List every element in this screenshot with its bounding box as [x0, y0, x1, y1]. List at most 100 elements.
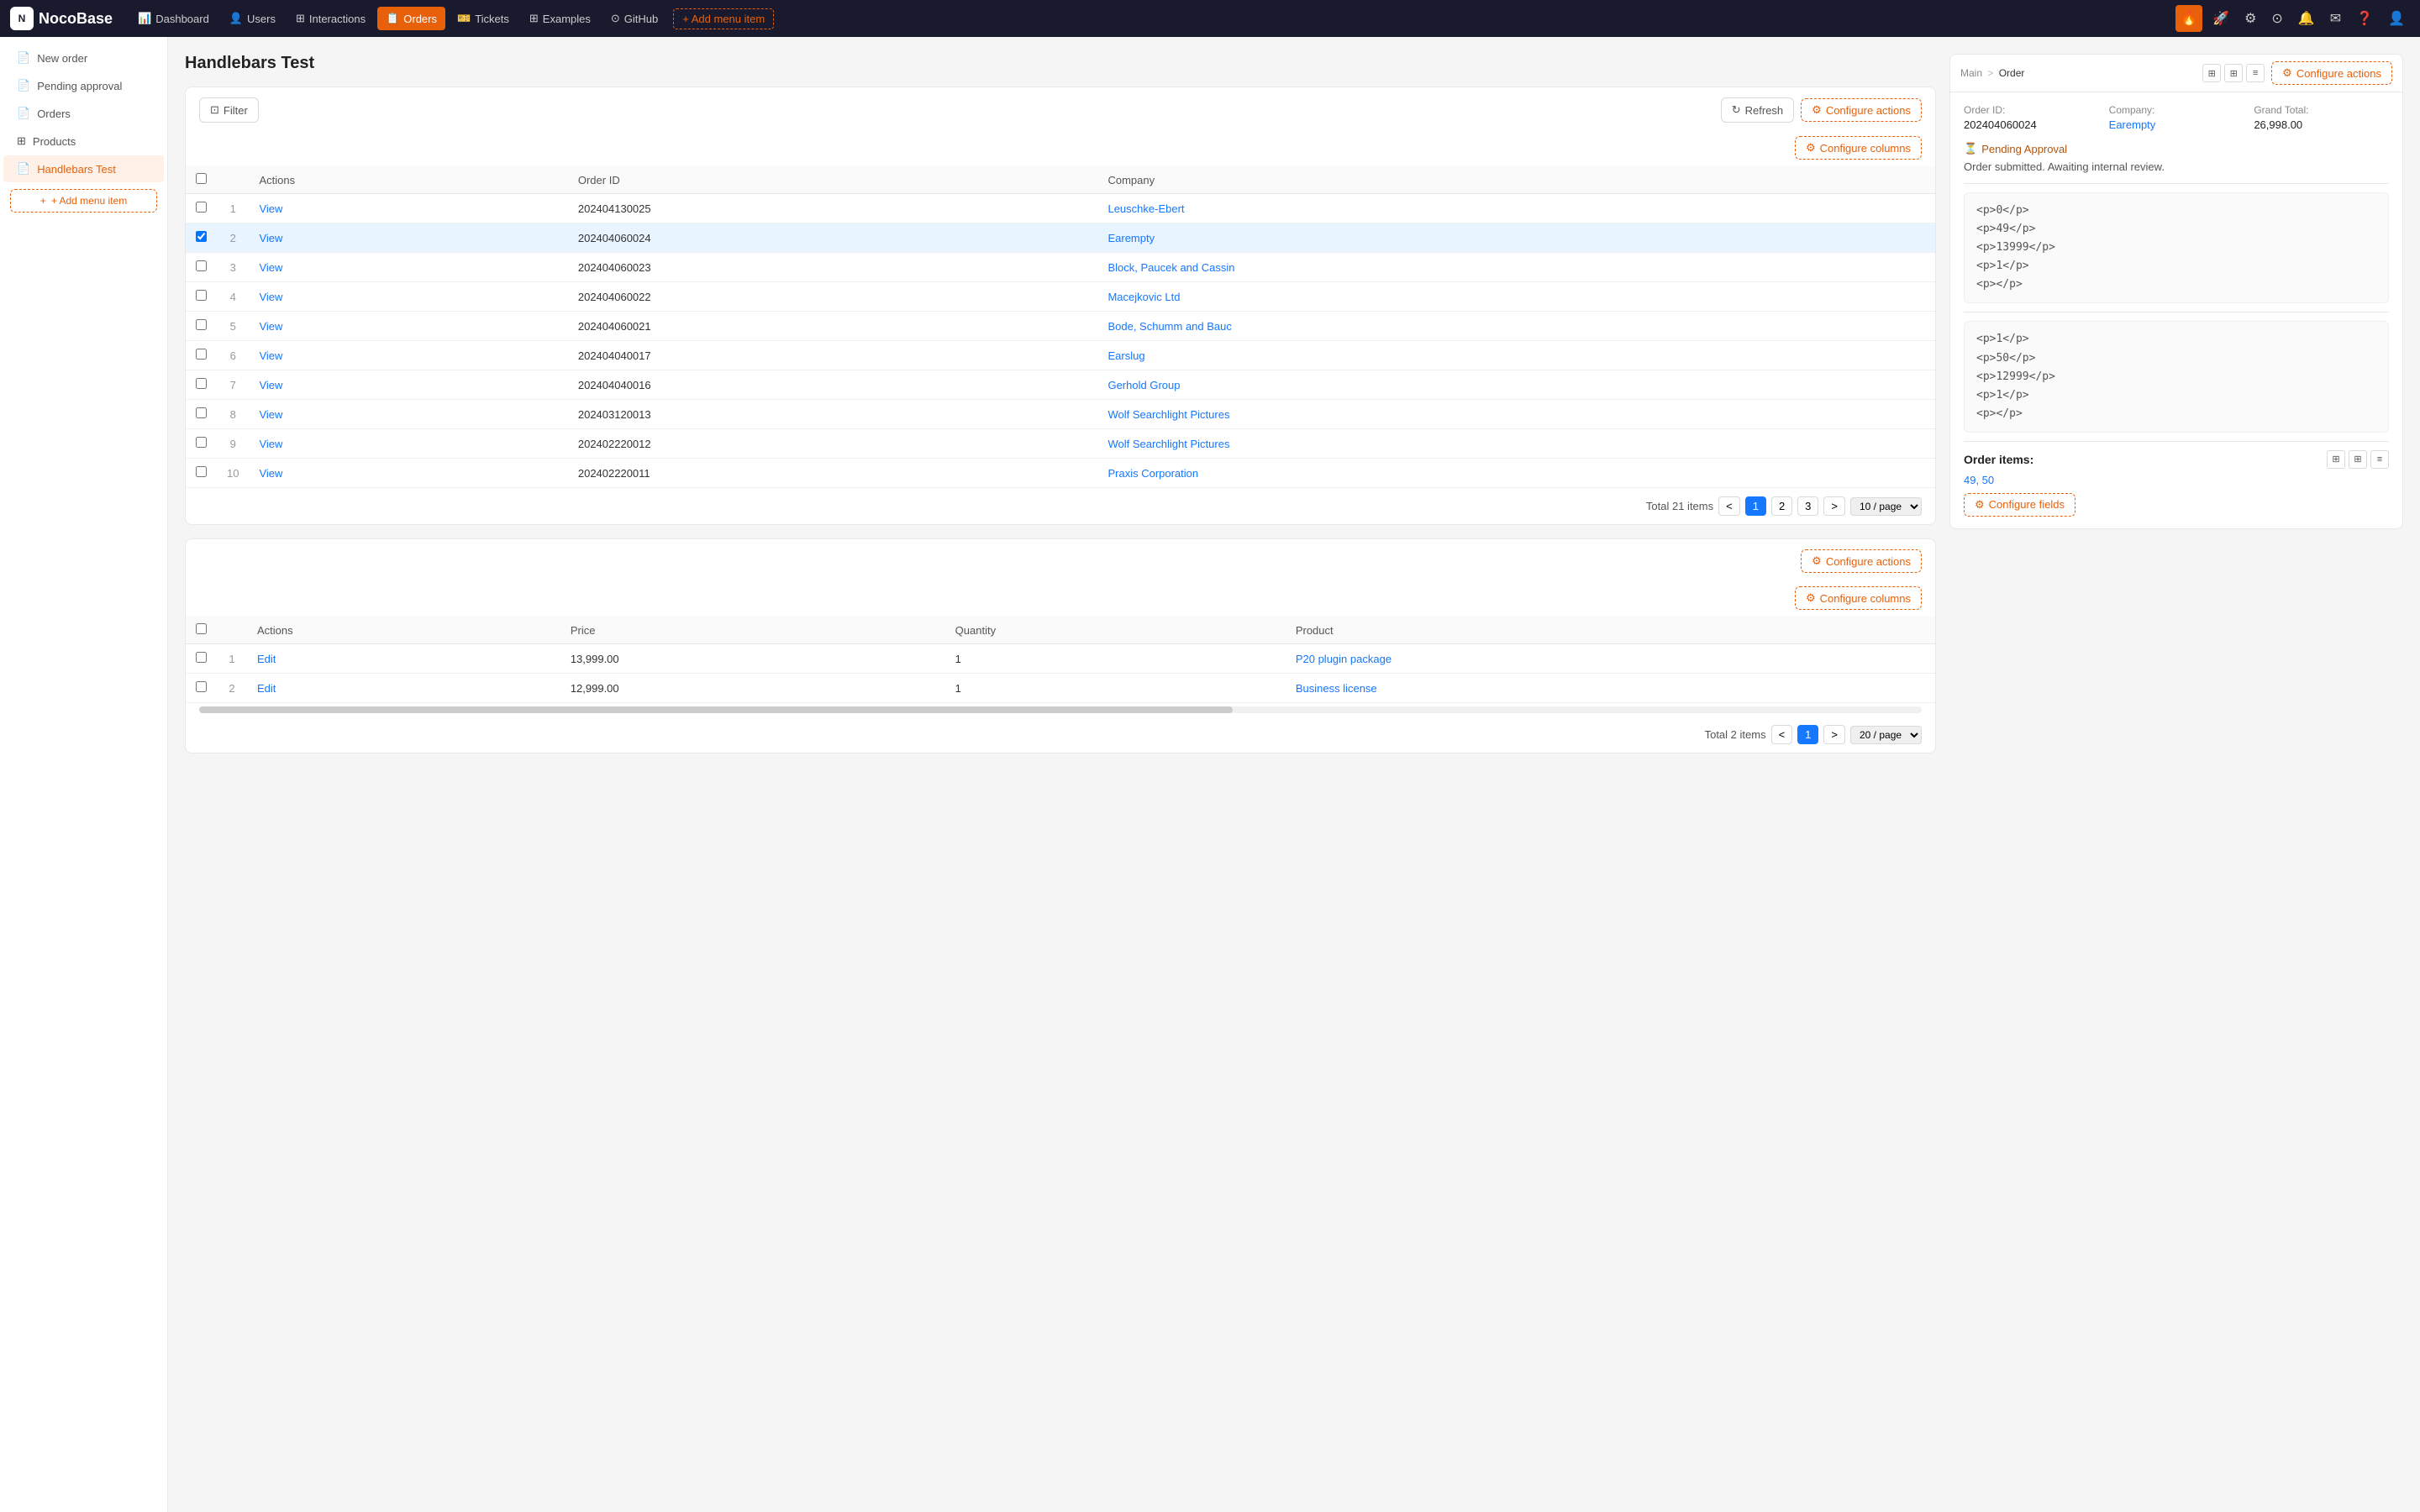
row-checkbox-0[interactable]	[196, 202, 207, 213]
company-link-5[interactable]: Earslug	[1107, 349, 1144, 362]
view-link-2[interactable]: View	[259, 261, 282, 274]
product-link-0[interactable]: P20 plugin package	[1296, 653, 1392, 665]
rocket-icon-button[interactable]: 🚀	[2207, 5, 2234, 32]
refresh-button[interactable]: ↻ Refresh	[1721, 97, 1794, 123]
view-link-8[interactable]: View	[259, 438, 282, 450]
main-page-3-button[interactable]: 3	[1797, 496, 1818, 516]
view-link-4[interactable]: View	[259, 320, 282, 333]
company-link-7[interactable]: Wolf Searchlight Pictures	[1107, 408, 1229, 421]
table-row[interactable]: 3 View 202404060023 Block, Paucek and Ca…	[186, 253, 1935, 282]
sub-next-page-button[interactable]: >	[1823, 725, 1845, 744]
sidebar-item-handlebars-test[interactable]: 📄 Handlebars Test	[3, 155, 164, 182]
fire-icon-button[interactable]: 🔥	[2175, 5, 2202, 32]
main-next-page-button[interactable]: >	[1823, 496, 1845, 516]
table-row[interactable]: 10 View 202402220011 Praxis Corporation	[186, 459, 1935, 488]
company-link-8[interactable]: Wolf Searchlight Pictures	[1107, 438, 1229, 450]
row-checkbox-1[interactable]	[196, 231, 207, 242]
sub-per-page-select[interactable]: 20 / page 50 / page	[1850, 726, 1922, 744]
table-row[interactable]: 6 View 202404040017 Earslug	[186, 341, 1935, 370]
filter-button[interactable]: ⊡ Filter	[199, 97, 259, 123]
edit-link-0[interactable]: Edit	[257, 653, 276, 665]
sub-table-row[interactable]: 2 Edit 12,999.00 1 Business license	[186, 674, 1935, 703]
table-row[interactable]: 1 View 202404130025 Leuschke-Ebert	[186, 194, 1935, 223]
row-checkbox-2[interactable]	[196, 260, 207, 271]
nav-item-orders[interactable]: 📋 Orders	[377, 7, 445, 30]
logo[interactable]: N NocoBase	[10, 7, 113, 30]
company-link-9[interactable]: Praxis Corporation	[1107, 467, 1198, 480]
view-link-1[interactable]: View	[259, 232, 282, 244]
company-link-4[interactable]: Bode, Schumm and Bauc	[1107, 320, 1231, 333]
configure-fields-button[interactable]: ⚙ Configure fields	[1964, 493, 2075, 517]
sub-table-scrollbar[interactable]	[199, 706, 1922, 713]
order-items-add-left-button[interactable]: ⊞	[2327, 450, 2345, 469]
view-link-6[interactable]: View	[259, 379, 282, 391]
sidebar-item-pending-approval[interactable]: 📄 Pending approval	[3, 72, 164, 99]
sub-page-1-button[interactable]: 1	[1797, 725, 1818, 744]
order-items-value[interactable]: 49, 50	[1964, 474, 2389, 486]
row-checkbox-9[interactable]	[196, 466, 207, 477]
row-checkbox-4[interactable]	[196, 319, 207, 330]
order-items-grid-button[interactable]: ≡	[2370, 450, 2389, 469]
company-value[interactable]: Earempty	[2109, 118, 2244, 131]
view-link-0[interactable]: View	[259, 202, 282, 215]
detail-configure-actions-button[interactable]: ⚙ Configure actions	[2271, 61, 2392, 85]
nav-item-users[interactable]: 👤 Users	[221, 7, 284, 30]
sub-row-checkbox-1[interactable]	[196, 681, 207, 692]
order-items-add-right-button[interactable]: ⊞	[2349, 450, 2367, 469]
nav-item-interactions[interactable]: ⊞ Interactions	[287, 7, 374, 30]
main-prev-page-button[interactable]: <	[1718, 496, 1740, 516]
nav-item-tickets[interactable]: 🎫 Tickets	[449, 7, 518, 30]
configure-actions-button[interactable]: ⚙ Configure actions	[1801, 98, 1922, 122]
company-link-6[interactable]: Gerhold Group	[1107, 379, 1180, 391]
nav-item-dashboard[interactable]: 📊 Dashboard	[129, 7, 218, 30]
product-link-1[interactable]: Business license	[1296, 682, 1377, 695]
row-checkbox-8[interactable]	[196, 437, 207, 448]
nav-add-menu-button[interactable]: + Add menu item	[673, 8, 774, 29]
nav-item-examples[interactable]: ⊞ Examples	[521, 7, 599, 30]
help-circle-icon-button[interactable]: ⊙	[2266, 5, 2287, 32]
grid-view-button[interactable]: ≡	[2246, 64, 2265, 82]
sub-select-all-checkbox[interactable]	[196, 623, 207, 634]
view-link-5[interactable]: View	[259, 349, 282, 362]
settings-icon-button[interactable]: ⚙	[2239, 5, 2261, 32]
user-avatar-button[interactable]: 👤	[2383, 5, 2410, 32]
question-icon-button[interactable]: ❓	[2351, 5, 2378, 32]
sub-row-checkbox-0[interactable]	[196, 652, 207, 663]
table-row[interactable]: 8 View 202403120013 Wolf Searchlight Pic…	[186, 400, 1935, 429]
select-all-checkbox[interactable]	[196, 173, 207, 184]
row-checkbox-3[interactable]	[196, 290, 207, 301]
main-page-1-button[interactable]: 1	[1745, 496, 1766, 516]
nav-item-github[interactable]: ⊙ GitHub	[602, 7, 666, 30]
row-checkbox-7[interactable]	[196, 407, 207, 418]
edit-link-1[interactable]: Edit	[257, 682, 276, 695]
row-checkbox-6[interactable]	[196, 378, 207, 389]
table-row[interactable]: 7 View 202404040016 Gerhold Group	[186, 370, 1935, 400]
view-link-7[interactable]: View	[259, 408, 282, 421]
row-checkbox-5[interactable]	[196, 349, 207, 360]
table-row[interactable]: 9 View 202402220012 Wolf Searchlight Pic…	[186, 429, 1935, 459]
add-col-right-button[interactable]: ⊞	[2224, 64, 2243, 82]
main-page-2-button[interactable]: 2	[1771, 496, 1792, 516]
mail-icon-button[interactable]: ✉	[2325, 5, 2346, 32]
table-row[interactable]: 4 View 202404060022 Macejkovic Ltd	[186, 282, 1935, 312]
configure-columns-button[interactable]: ⚙ Configure columns	[1795, 136, 1922, 160]
company-link-1[interactable]: Earempty	[1107, 232, 1155, 244]
table-row[interactable]: 5 View 202404060021 Bode, Schumm and Bau…	[186, 312, 1935, 341]
add-col-left-button[interactable]: ⊞	[2202, 64, 2221, 82]
table-row[interactable]: 2 View 202404060024 Earempty	[186, 223, 1935, 253]
view-link-3[interactable]: View	[259, 291, 282, 303]
sub-prev-page-button[interactable]: <	[1771, 725, 1793, 744]
company-link-3[interactable]: Macejkovic Ltd	[1107, 291, 1180, 303]
sidebar-item-products[interactable]: ⊞ Products	[3, 128, 164, 155]
main-per-page-select[interactable]: 10 / page 20 / page 50 / page	[1850, 497, 1922, 516]
sidebar-add-menu-button[interactable]: + + Add menu item	[10, 189, 157, 213]
sub-table-scroll[interactable]: Actions Price Quantity Product 1 Edit 13…	[186, 617, 1935, 703]
bell-icon-button[interactable]: 🔔	[2293, 5, 2320, 32]
sub-configure-actions-button[interactable]: ⚙ Configure actions	[1801, 549, 1922, 573]
view-link-9[interactable]: View	[259, 467, 282, 480]
sidebar-item-new-order[interactable]: 📄 New order	[3, 45, 164, 71]
company-link-2[interactable]: Block, Paucek and Cassin	[1107, 261, 1234, 274]
sub-configure-columns-button[interactable]: ⚙ Configure columns	[1795, 586, 1922, 610]
sub-table-row[interactable]: 1 Edit 13,999.00 1 P20 plugin package	[186, 644, 1935, 674]
sidebar-item-orders[interactable]: 📄 Orders	[3, 100, 164, 127]
